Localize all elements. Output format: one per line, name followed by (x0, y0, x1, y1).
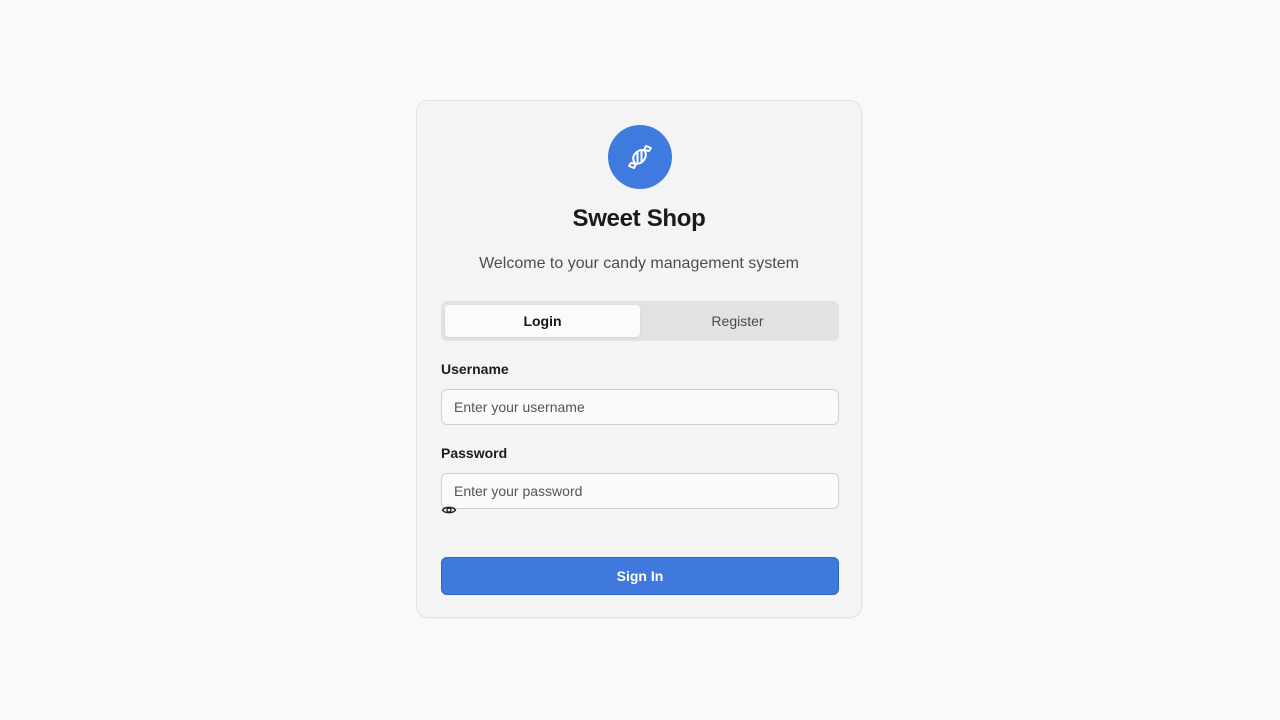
username-label: Username (441, 361, 509, 377)
tab-login[interactable]: Login (445, 305, 640, 337)
sign-in-button[interactable]: Sign In (441, 557, 839, 595)
password-label: Password (441, 445, 508, 461)
logo-badge (608, 125, 672, 189)
candy-icon (628, 145, 652, 169)
auth-tabs: Login Register (441, 301, 839, 341)
show-password-toggle[interactable] (441, 502, 457, 518)
app-title: Sweet Shop (572, 205, 706, 232)
password-input[interactable] (441, 473, 839, 509)
app-subtitle: Welcome to your candy management system (479, 255, 799, 272)
eye-icon (441, 506, 457, 514)
username-input[interactable] (441, 389, 839, 425)
login-card: Sweet Shop Welcome to your candy managem… (416, 100, 862, 618)
tab-register[interactable]: Register (640, 305, 835, 337)
